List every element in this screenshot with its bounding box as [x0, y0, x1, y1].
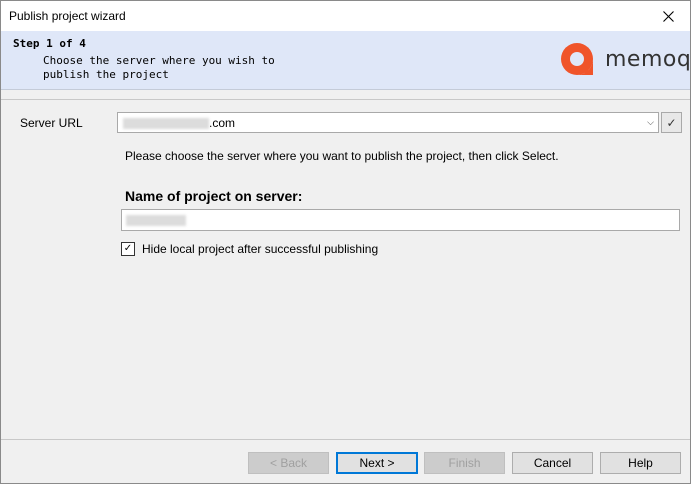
checkmark-icon: ✓ [666, 115, 677, 130]
server-url-suffix: .com [209, 116, 236, 130]
server-url-value: .com [123, 116, 235, 130]
step-description-line1: Choose the server where you wish to [43, 54, 275, 67]
wizard-header: Step 1 of 4 Choose the server where you … [1, 31, 691, 90]
step-description: Choose the server where you wish to publ… [43, 54, 275, 82]
footer-separator [1, 439, 690, 440]
checkmark-icon: ✓ [123, 243, 133, 254]
project-name-label: Name of project on server: [125, 188, 303, 204]
server-url-label: Server URL [20, 116, 83, 130]
step-indicator: Step 1 of 4 [13, 37, 86, 50]
close-icon [662, 10, 674, 22]
hide-local-project-checkbox[interactable]: ✓ [121, 242, 135, 256]
close-button[interactable] [646, 1, 690, 31]
step-description-line2: publish the project [43, 68, 169, 81]
header-separator [1, 99, 690, 100]
memoq-logo-icon [561, 43, 593, 75]
redacted-host [123, 117, 209, 129]
memoq-logo-text: memoq [605, 46, 691, 72]
hide-local-project-option[interactable]: ✓ Hide local project after successful pu… [121, 242, 378, 256]
back-button[interactable]: < Back [248, 452, 329, 474]
window-title: Publish project wizard [9, 9, 126, 23]
help-button[interactable]: Help [600, 452, 681, 474]
select-server-button[interactable]: ✓ [661, 112, 682, 133]
next-button[interactable]: Next > [336, 452, 418, 474]
chevron-down-icon[interactable]: ⌵ [647, 113, 654, 132]
publish-wizard-window: Publish project wizard Step 1 of 4 Choos… [0, 0, 691, 484]
memoq-logo: memoq [559, 41, 691, 77]
title-bar: Publish project wizard [1, 1, 690, 31]
hide-local-project-label: Hide local project after successful publ… [142, 242, 379, 256]
server-url-combobox[interactable]: .com ⌵ [117, 112, 659, 133]
redacted-project-name [126, 215, 186, 226]
project-name-input[interactable] [121, 209, 680, 231]
finish-button[interactable]: Finish [424, 452, 505, 474]
cancel-button[interactable]: Cancel [512, 452, 593, 474]
server-hint: Please choose the server where you want … [125, 149, 559, 163]
